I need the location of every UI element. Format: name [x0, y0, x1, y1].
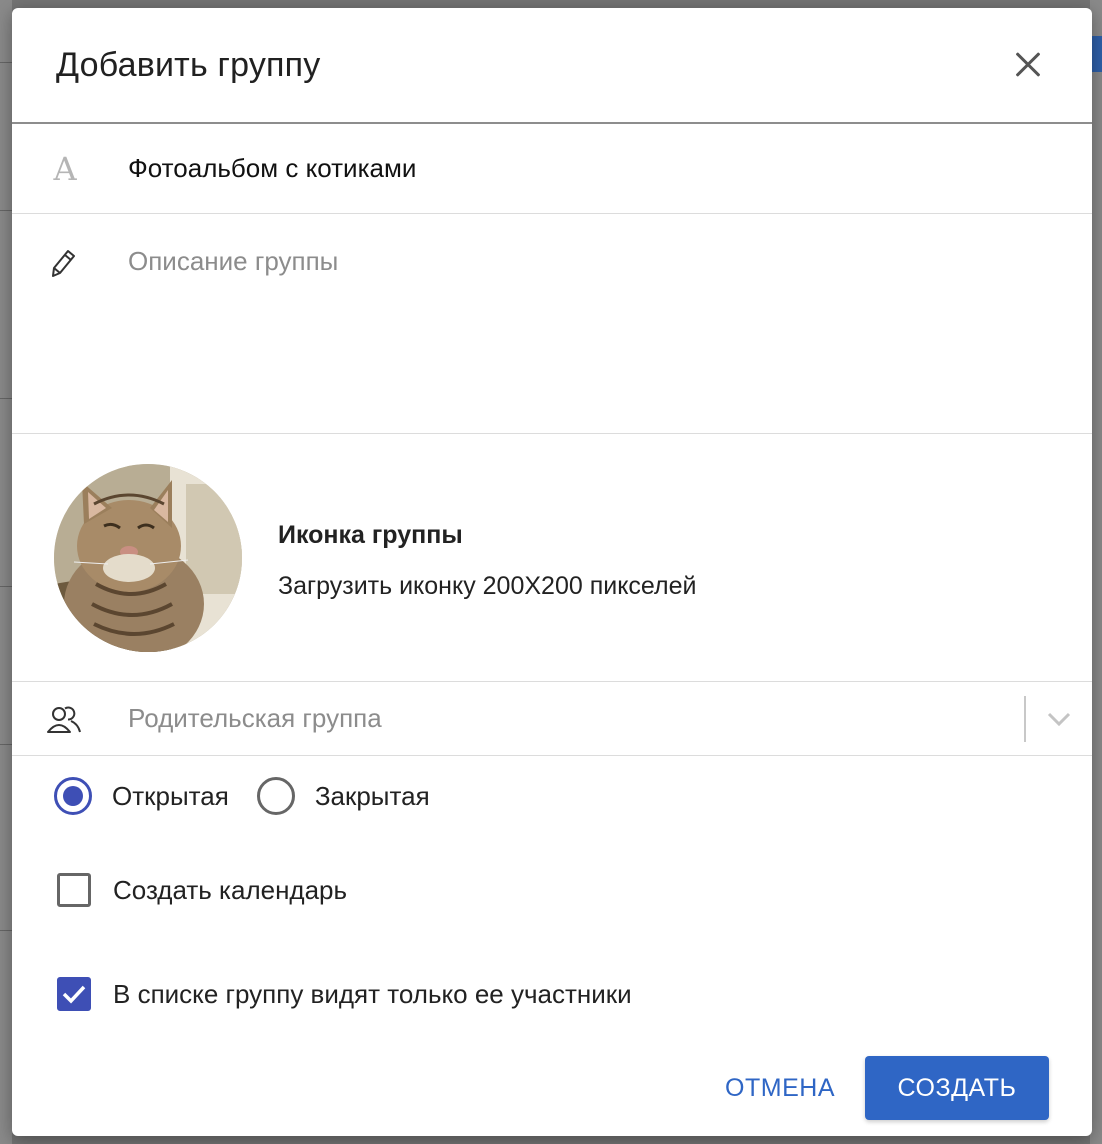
dialog-header: Добавить группу — [12, 8, 1092, 124]
pencil-icon — [52, 250, 75, 277]
backdrop-divider — [0, 586, 12, 587]
backdrop-divider — [0, 210, 12, 211]
radio-closed-button[interactable] — [256, 777, 295, 815]
dialog-title: Добавить группу — [56, 45, 321, 84]
backdrop-divider — [0, 62, 12, 63]
backdrop-divider — [0, 930, 12, 931]
group-description-input[interactable] — [128, 244, 1028, 414]
group-name-input[interactable] — [128, 153, 1008, 184]
text-font-icon: A — [53, 149, 77, 188]
parent-group-select[interactable]: Родительская группа — [128, 682, 1092, 755]
checkmark-icon — [62, 985, 86, 1004]
cancel-button[interactable]: ОТМЕНА — [705, 1056, 855, 1120]
members-only-box[interactable] — [57, 977, 91, 1011]
add-group-dialog: Добавить группу A Фотоальбом с котиками … — [12, 8, 1092, 1136]
backdrop-left-edge — [0, 0, 12, 1144]
backdrop-divider — [0, 398, 12, 399]
chevron-down-icon[interactable] — [1047, 712, 1071, 726]
radio-open-label: Открытая — [112, 780, 229, 811]
members-only-checkbox[interactable]: В списке группу видят только ее участник… — [12, 942, 1092, 1046]
members-only-label: В списке группу видят только ее участник… — [113, 978, 632, 1009]
cat-photo — [54, 463, 242, 652]
create-calendar-label: Создать календарь — [113, 874, 348, 905]
group-icon-image[interactable] — [54, 463, 242, 652]
radio-closed-label: Закрытая — [314, 780, 430, 811]
radio-open[interactable]: Открытая — [54, 777, 229, 815]
close-icon[interactable] — [1008, 45, 1048, 85]
group-description-field — [12, 214, 1092, 434]
visibility-radio-group: Открытая Закрытая — [12, 756, 1092, 836]
create-calendar-box[interactable] — [57, 873, 91, 907]
users-icon — [47, 706, 81, 733]
group-icon-title: Иконка группы — [278, 520, 463, 549]
upload-icon-link[interactable]: Загрузить иконку 200X200 пикселей — [278, 572, 696, 601]
parent-group-placeholder: Родительская группа — [128, 703, 382, 733]
create-button[interactable]: СОЗДАТЬ — [865, 1056, 1049, 1120]
parent-group-field: Родительская группа — [12, 682, 1092, 756]
backdrop-divider — [0, 744, 12, 745]
radio-closed[interactable]: Закрытая — [256, 777, 430, 815]
backdrop-button-edge — [1092, 36, 1102, 72]
create-calendar-checkbox[interactable]: Создать календарь — [12, 838, 1092, 942]
dialog-actions: ОТМЕНА СОЗДАТЬ — [705, 1056, 1049, 1120]
group-icon-section: Иконка группы Загрузить иконку 200X200 п… — [12, 434, 1092, 682]
group-name-field: A — [12, 124, 1092, 214]
radio-open-button[interactable] — [54, 777, 92, 815]
